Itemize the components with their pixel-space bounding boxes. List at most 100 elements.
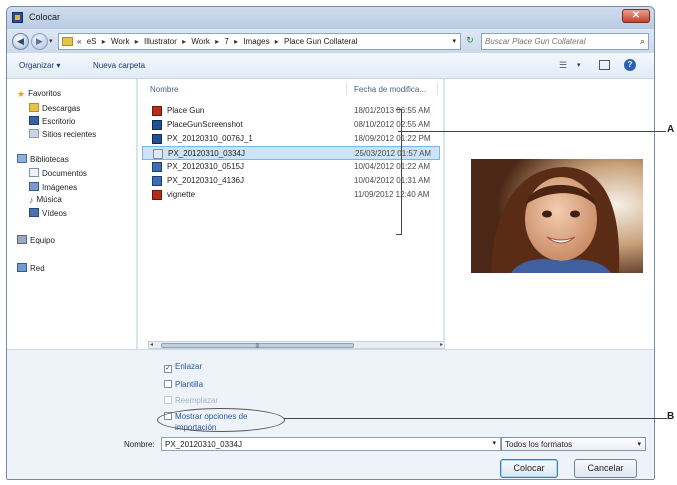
address-dropdown-icon[interactable]: ▾ xyxy=(452,37,456,45)
sidebar-item-downloads[interactable]: Descargas xyxy=(29,103,80,113)
help-icon[interactable]: ? xyxy=(624,59,636,71)
breadcrumb-separator-icon[interactable]: ▸ xyxy=(182,37,186,46)
recent-locations-dropdown[interactable]: ▾ xyxy=(49,37,53,45)
breadcrumb-item[interactable]: Work xyxy=(191,37,210,46)
breadcrumb-item[interactable]: eS xyxy=(87,37,97,46)
checkbox-icon[interactable] xyxy=(164,380,172,388)
column-header-date[interactable]: Fecha de modifica... xyxy=(354,85,426,94)
file-name-dropdown-icon[interactable]: ▾ xyxy=(492,439,496,447)
callout-line-b xyxy=(284,418,667,419)
file-list: Nombre Fecha de modifica... Place Gun 18… xyxy=(138,79,445,349)
breadcrumb: « eS ▸ Work ▸ Illustrator ▸ Work ▸ 7 ▸ I… xyxy=(77,37,360,46)
downloads-icon xyxy=(29,103,39,112)
close-button[interactable]: ✕ xyxy=(622,9,650,23)
preview-image xyxy=(471,159,643,273)
new-folder-button[interactable]: Nueva carpeta xyxy=(93,61,145,70)
illustrator-file-icon xyxy=(152,106,162,116)
column-divider[interactable] xyxy=(346,83,347,95)
command-bar: Organizar ▾ Nueva carpeta ☰ ▾ ? xyxy=(7,53,654,79)
search-box[interactable]: ⌕ xyxy=(481,33,649,50)
template-checkbox[interactable]: Plantilla xyxy=(164,380,203,389)
breadcrumb-separator-icon[interactable]: ▸ xyxy=(102,37,106,46)
desktop-icon xyxy=(29,116,39,125)
callout-bracket xyxy=(396,109,402,235)
breadcrumb-overflow[interactable]: « xyxy=(77,37,81,46)
forward-button[interactable]: ▶ xyxy=(31,33,48,50)
horizontal-scrollbar[interactable]: ◂ ||| ▸ xyxy=(148,341,445,349)
preview-pane-icon[interactable] xyxy=(599,60,610,70)
file-name: Place Gun xyxy=(167,106,205,115)
sidebar-item-recent-places[interactable]: Sitios recientes xyxy=(29,129,96,139)
search-icon[interactable]: ⌕ xyxy=(640,36,645,47)
app-icon xyxy=(12,12,23,23)
sidebar-item-label: Sitios recientes xyxy=(42,130,97,139)
organize-menu[interactable]: Organizar ▾ xyxy=(19,61,60,70)
replace-checkbox: Reemplazar xyxy=(164,396,218,405)
scroll-left-icon[interactable]: ◂ xyxy=(150,341,153,348)
sidebar-item-label: Bibliotecas xyxy=(30,155,69,164)
sidebar-item-label: Documentos xyxy=(42,169,87,178)
file-date: 25/03/2012 01:57 AM xyxy=(355,149,432,158)
forward-arrow-icon: ▶ xyxy=(36,36,43,46)
breadcrumb-item[interactable]: Images xyxy=(243,37,269,46)
sidebar-item-libraries[interactable]: Bibliotecas xyxy=(17,154,69,164)
photoshop-file-icon xyxy=(152,134,162,144)
scrollbar-thumb[interactable]: ||| xyxy=(161,343,354,349)
address-bar[interactable]: « eS ▸ Work ▸ Illustrator ▸ Work ▸ 7 ▸ I… xyxy=(58,33,461,50)
cancel-button[interactable]: Cancelar xyxy=(574,459,637,478)
sidebar-item-videos[interactable]: Vídeos xyxy=(29,208,67,218)
callout-label-a: A xyxy=(667,124,675,135)
file-type-value: Todos los formatos xyxy=(505,440,573,449)
breadcrumb-item[interactable]: Place Gun Collateral xyxy=(284,37,357,46)
sidebar-item-documents[interactable]: Documentos xyxy=(29,168,87,178)
file-date: 18/09/2012 01:22 PM xyxy=(354,134,431,143)
refresh-button[interactable]: ↻ xyxy=(463,35,477,49)
file-name-label: Nombre: xyxy=(124,440,155,449)
window-title: Colocar xyxy=(29,12,61,22)
replace-label: Reemplazar xyxy=(175,396,219,405)
sidebar-item-network[interactable]: Red xyxy=(17,263,45,273)
link-checkbox[interactable]: ✓ Enlazar xyxy=(164,362,202,373)
file-type-select[interactable]: Todos los formatos ▾ xyxy=(501,437,646,451)
sidebar-item-computer[interactable]: Equipo xyxy=(17,235,55,245)
search-input[interactable] xyxy=(482,34,627,49)
refresh-icon: ↻ xyxy=(466,35,474,45)
breadcrumb-item[interactable]: Illustrator xyxy=(144,37,177,46)
file-name-input[interactable] xyxy=(162,438,462,450)
recent-places-icon xyxy=(29,129,39,138)
sidebar-item-label: Equipo xyxy=(30,236,55,245)
breadcrumb-separator-icon[interactable]: ▸ xyxy=(135,37,139,46)
file-name-combobox[interactable]: ▾ xyxy=(161,437,501,451)
folder-icon xyxy=(62,37,73,46)
file-type-dropdown-icon[interactable]: ▾ xyxy=(637,440,641,448)
tiff-file-icon xyxy=(152,162,162,172)
breadcrumb-item[interactable]: 7 xyxy=(224,37,228,46)
computer-icon xyxy=(17,235,27,244)
scroll-right-icon[interactable]: ▸ xyxy=(440,341,443,348)
sidebar-item-label: Red xyxy=(30,264,45,273)
sidebar-item-desktop[interactable]: Escritorio xyxy=(29,116,75,126)
view-dropdown-icon[interactable]: ▾ xyxy=(577,61,581,69)
change-view-icon[interactable]: ☰ xyxy=(559,60,567,71)
sidebar-item-music[interactable]: ♪ Música xyxy=(29,195,62,205)
file-date: 10/04/2012 01:22 AM xyxy=(354,162,431,171)
checkbox-checked-icon[interactable]: ✓ xyxy=(164,365,172,373)
file-date: 11/09/2012 12:40 AM xyxy=(354,190,430,199)
sidebar-item-pictures[interactable]: Imágenes xyxy=(29,182,77,192)
place-dialog: Colocar ✕ ◀ ▶ ▾ « eS ▸ Work ▸ Illustrato… xyxy=(6,6,655,480)
title-bar[interactable]: Colocar ✕ xyxy=(7,7,654,29)
checkbox-icon xyxy=(164,396,172,404)
breadcrumb-separator-icon[interactable]: ▸ xyxy=(215,37,219,46)
sidebar-item-favorites[interactable]: ★ Favoritos xyxy=(17,89,61,100)
breadcrumb-separator-icon[interactable]: ▸ xyxy=(234,37,238,46)
back-arrow-icon: ◀ xyxy=(17,36,24,46)
back-button[interactable]: ◀ xyxy=(12,33,29,50)
breadcrumb-item[interactable]: Work xyxy=(111,37,130,46)
file-name: PX_20120310_0076J_1 xyxy=(167,134,253,143)
column-header-name[interactable]: Nombre xyxy=(150,85,178,94)
callout-line-a xyxy=(398,131,666,132)
column-divider[interactable] xyxy=(437,83,438,95)
breadcrumb-separator-icon[interactable]: ▸ xyxy=(275,37,279,46)
place-button[interactable]: Colocar xyxy=(500,459,558,478)
close-icon: ✕ xyxy=(631,10,641,21)
